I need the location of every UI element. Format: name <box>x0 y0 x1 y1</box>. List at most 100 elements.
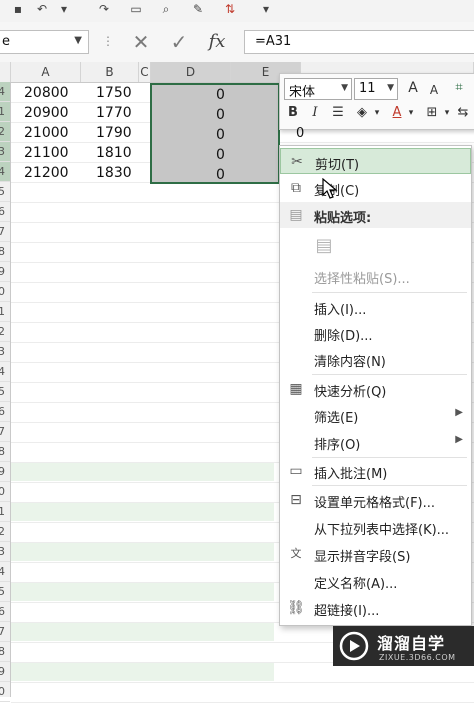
row-header[interactable]: 3 <box>0 342 10 362</box>
borders-icon[interactable]: ⊞ <box>422 102 442 124</box>
save-icon[interactable]: ▪ <box>10 2 26 16</box>
font-color-icon[interactable]: A <box>388 102 406 124</box>
new-doc-icon[interactable]: ▭ <box>128 2 144 16</box>
chevron-down-icon[interactable]: ▾ <box>442 102 452 124</box>
row-header[interactable]: 1 <box>0 102 10 122</box>
grow-font-button[interactable]: A <box>404 77 422 99</box>
row-header[interactable]: 0 <box>0 482 10 502</box>
menu-item-filter[interactable]: 筛选(E) ▶ <box>280 402 471 428</box>
chevron-down-icon[interactable]: ▼ <box>74 35 82 46</box>
cell-b[interactable]: 1790 <box>96 123 132 143</box>
row-header[interactable]: 6 <box>0 602 10 622</box>
row-header[interactable]: 8 <box>0 642 10 662</box>
sort-icon[interactable]: ⇅ <box>222 2 238 16</box>
selected-range[interactable]: 0 0 0 0 0 <box>150 83 280 184</box>
cell-a[interactable]: 20800 <box>24 83 69 103</box>
cell-d[interactable]: 0 <box>216 105 225 125</box>
menu-item-phonetic[interactable]: 文 显示拼音字段(S) <box>280 541 471 567</box>
row-header[interactable]: 5 <box>0 582 10 602</box>
formula-input[interactable]: =A31 <box>244 30 474 54</box>
redo-icon[interactable]: ↷ <box>96 2 112 16</box>
row-header[interactable]: 2 <box>0 522 10 542</box>
row-header[interactable]: 9 <box>0 262 10 282</box>
italic-button[interactable]: I <box>306 102 324 124</box>
confirm-icon[interactable]: ✓ <box>166 30 192 54</box>
name-box[interactable]: e ▼ <box>0 30 89 54</box>
menu-item-pick-from-list[interactable]: 从下拉列表中选择(K)... <box>280 514 471 540</box>
dropdown-icon[interactable]: ▾ <box>56 2 72 16</box>
row-header[interactable]: 6 <box>0 402 10 422</box>
menu-item-quick-analysis[interactable]: ▦ 快速分析(Q) <box>280 376 471 402</box>
menu-item-insert-comment[interactable]: ▭ 插入批注(M) <box>280 458 471 484</box>
cell-a[interactable]: 21000 <box>24 123 69 143</box>
cell-d[interactable]: 0 <box>216 165 225 185</box>
row-header[interactable]: 7 <box>0 222 10 242</box>
row-header[interactable]: 8 <box>0 242 10 262</box>
row-header[interactable]: 8 <box>0 442 10 462</box>
menu-item-paste-special[interactable]: 选择性粘贴(S)... <box>280 263 471 289</box>
cell-e-value[interactable]: 0 <box>296 124 304 144</box>
menu-item-sort[interactable]: 排序(O) ▶ <box>280 429 471 455</box>
row-header[interactable]: 7 <box>0 422 10 442</box>
menu-item-clear-contents[interactable]: 清除内容(N) <box>280 346 471 372</box>
row-header[interactable]: 7 <box>0 622 10 642</box>
row-header[interactable]: 9 <box>0 662 10 682</box>
cell-d[interactable]: 0 <box>216 85 225 105</box>
cell-d[interactable]: 0 <box>216 145 225 165</box>
row-header[interactable]: 1 <box>0 302 10 322</box>
chevron-down-icon[interactable]: ▼ <box>341 83 348 93</box>
cell-a[interactable]: 20900 <box>24 103 69 123</box>
menu-item-define-name[interactable]: 定义名称(A)... <box>280 568 471 594</box>
menu-item-insert[interactable]: 插入(I)... <box>280 294 471 320</box>
menu-item-hyperlink[interactable]: ⛓ 超链接(I)... <box>280 595 471 621</box>
column-header-c[interactable]: C <box>139 62 151 82</box>
row-header[interactable]: 4 <box>0 562 10 582</box>
row-header[interactable]: 4 <box>0 162 10 182</box>
paint-icon[interactable]: ✎ <box>190 2 206 16</box>
cell-b[interactable]: 1750 <box>96 83 132 103</box>
cell-a[interactable]: 21200 <box>24 163 69 183</box>
select-all-corner[interactable] <box>0 62 11 82</box>
chevron-down-icon[interactable]: ▾ <box>372 102 382 124</box>
row-header[interactable]: 4 <box>0 362 10 382</box>
column-header-d[interactable]: D <box>151 62 231 82</box>
menu-item-delete[interactable]: 删除(D)... <box>280 320 471 346</box>
menu-item-format-cells[interactable]: ⊟ 设置单元格格式(F)... <box>280 487 471 513</box>
font-size-select[interactable]: 11 ▼ <box>354 78 398 100</box>
font-name-select[interactable]: 宋体 ▼ <box>284 78 352 100</box>
row-header[interactable]: 2 <box>0 322 10 342</box>
row-header[interactable]: 5 <box>0 182 10 202</box>
align-center-icon[interactable]: ☰ <box>328 102 348 124</box>
cell-d[interactable]: 0 <box>216 125 225 145</box>
row-header[interactable]: 3 <box>0 142 10 162</box>
column-header-b[interactable]: B <box>81 62 139 82</box>
fill-color-icon[interactable]: ◈ <box>352 102 372 124</box>
row-header[interactable]: 4 <box>0 82 10 102</box>
cancel-icon[interactable]: ✕ <box>128 30 154 54</box>
chevron-down-icon[interactable]: ▼ <box>387 83 394 93</box>
chevron-down-icon[interactable]: ▾ <box>406 102 416 124</box>
column-header-a[interactable]: A <box>11 62 81 82</box>
row-header[interactable]: 6 <box>0 202 10 222</box>
format-cells-icon[interactable]: ⌗ <box>448 77 470 99</box>
row-header[interactable]: 5 <box>0 382 10 402</box>
row-header[interactable]: 0 <box>0 682 10 702</box>
insert-function-icon[interactable]: fx <box>204 30 230 54</box>
cell-a[interactable]: 21100 <box>24 143 69 163</box>
row-header[interactable]: 9 <box>0 462 10 482</box>
more-icon[interactable]: ▾ <box>258 2 274 16</box>
undo-icon[interactable]: ↶ <box>34 2 50 16</box>
row-header[interactable]: 1 <box>0 502 10 522</box>
decimal-icon[interactable]: ⇆ <box>454 102 472 124</box>
print-preview-icon[interactable]: ⌕ <box>158 2 174 16</box>
row-header[interactable]: 3 <box>0 542 10 562</box>
cell-b[interactable]: 1830 <box>96 163 132 183</box>
row-header[interactable]: 2 <box>0 122 10 142</box>
menu-item-cut[interactable]: ✂ 剪切(T) <box>280 148 471 174</box>
cell-b[interactable]: 1810 <box>96 143 132 163</box>
bold-button[interactable]: B <box>284 102 302 124</box>
shrink-font-button[interactable]: A <box>426 79 442 101</box>
paste-clipboard-icon[interactable]: ▤ <box>314 236 334 256</box>
cell-b[interactable]: 1770 <box>96 103 132 123</box>
menu-item-copy[interactable]: ⧉ 复制(C) <box>280 175 471 201</box>
